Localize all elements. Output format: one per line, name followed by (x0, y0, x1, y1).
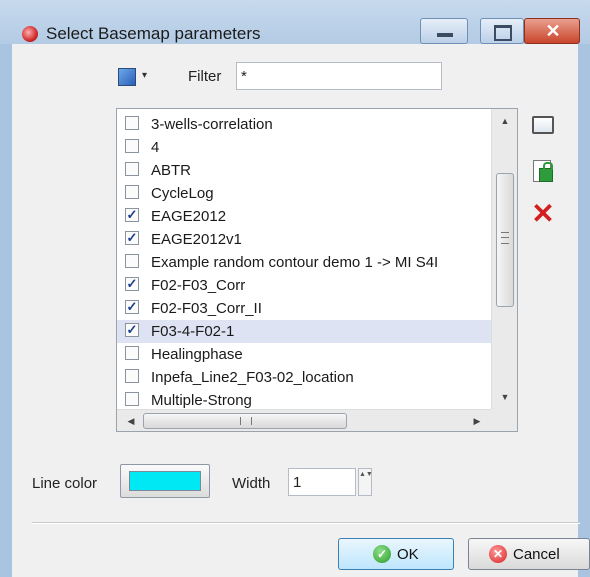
minimize-button[interactable] (420, 18, 468, 44)
delete-basemap-button[interactable]: ✕ (530, 200, 556, 230)
cancel-label: Cancel (513, 546, 560, 563)
list-item-label: CycleLog (151, 185, 214, 202)
width-label: Width (232, 475, 271, 492)
vertical-scroll-thumb[interactable] (496, 173, 514, 307)
line-color-swatch (129, 471, 201, 491)
checkbox[interactable]: ✓ (125, 231, 139, 245)
scroll-up-icon[interactable]: ▲ (492, 109, 517, 133)
checkbox[interactable] (125, 116, 139, 130)
checkbox[interactable] (125, 369, 139, 383)
checkbox[interactable]: ✓ (125, 300, 139, 314)
color-square-icon (118, 68, 136, 86)
app-icon (22, 26, 38, 42)
list-item[interactable]: CycleLog (117, 182, 491, 205)
list-item[interactable]: ✓ F02-F03_Corr (117, 274, 491, 297)
list-item[interactable]: ✓ F03-4-F02-1 (117, 320, 491, 343)
list-items: 3-wells-correlation 4 ABTR CycleLog ✓ EAGE201… (117, 109, 491, 409)
checkmark-icon: ✓ (373, 545, 391, 563)
close-icon: ✕ (545, 21, 561, 41)
basemap-list[interactable]: 3-wells-correlation 4 ABTR CycleLog ✓ EAGE201… (116, 108, 518, 432)
list-item[interactable]: Example random contour demo 1 -> MI S4I (117, 251, 491, 274)
filter-input[interactable] (236, 62, 442, 90)
dialog-window: Select Basemap parameters ✕ ▾ Filter 3-w… (0, 0, 590, 577)
checkbox[interactable]: ✓ (125, 208, 139, 222)
list-item-label: F03-4-F02-1 (151, 323, 235, 340)
chevron-down-icon: ▾ (142, 70, 148, 81)
list-item-label: F02-F03_Corr (151, 277, 246, 294)
list-item-label: 4 (151, 139, 160, 156)
horizontal-scrollbar[interactable]: ◀ ▶ (117, 409, 491, 431)
list-item[interactable]: Inpefa_Line2_F03-02_location (117, 366, 491, 389)
cancel-icon: ✕ (489, 545, 507, 563)
save-basemap-button[interactable] (530, 158, 556, 184)
checkbox[interactable] (125, 185, 139, 199)
checkbox[interactable] (125, 162, 139, 176)
list-item-label: F02-F03_Corr_II (151, 300, 262, 317)
list-item-label: Healingphase (151, 346, 243, 363)
filter-label: Filter (188, 68, 222, 85)
list-item[interactable]: 4 (117, 136, 491, 159)
list-item[interactable]: ABTR (117, 159, 491, 182)
ok-label: OK (397, 546, 419, 563)
list-item-label: 3-wells-correlation (151, 116, 273, 133)
spin-arrows-icon: ▲▼ (359, 471, 373, 478)
width-stepper[interactable]: ▲▼ (358, 468, 373, 496)
close-button[interactable]: ✕ (524, 18, 580, 44)
vertical-scrollbar[interactable]: ▲ ▼ (491, 109, 517, 409)
list-item[interactable]: ✓ F02-F03_Corr_II (117, 297, 491, 320)
list-item-label: ABTR (151, 162, 192, 179)
lock-icon (539, 162, 553, 182)
list-item-label: Inpefa_Line2_F03-02_location (151, 369, 354, 386)
delete-icon: ✕ (531, 198, 555, 229)
checkbox[interactable]: ✓ (125, 323, 139, 337)
blank-document-icon (532, 116, 554, 134)
list-item-label: EAGE2012v1 (151, 231, 242, 248)
dialog-body: ▾ Filter 3-wells-correlation 4 ABTR CycleLo… (12, 44, 590, 577)
checkbox[interactable] (125, 346, 139, 360)
window-title: Select Basemap parameters (46, 24, 261, 43)
minimize-icon (437, 33, 453, 37)
line-color-label: Line color (32, 475, 98, 492)
list-item[interactable]: ✓ EAGE2012 (117, 205, 491, 228)
list-item[interactable]: Multiple-Strong (117, 389, 491, 409)
ok-button[interactable]: ✓ OK (338, 538, 454, 570)
scroll-left-icon[interactable]: ◀ (121, 410, 141, 431)
checkbox[interactable] (125, 254, 139, 268)
grip-icon (501, 232, 509, 244)
horizontal-scroll-thumb[interactable] (143, 413, 347, 429)
list-item[interactable]: ✓ EAGE2012v1 (117, 228, 491, 251)
list-item-label: Example random contour demo 1 -> MI S4I (151, 254, 439, 271)
checkbox[interactable]: ✓ (125, 277, 139, 291)
list-item[interactable]: 3-wells-correlation (117, 113, 491, 136)
list-item[interactable]: Healingphase (117, 343, 491, 366)
separator (32, 522, 580, 524)
checkbox[interactable] (125, 139, 139, 153)
new-basemap-button[interactable] (530, 112, 556, 138)
list-item-label: EAGE2012 (151, 208, 227, 225)
grip-icon (240, 417, 252, 425)
maximize-icon (494, 25, 512, 41)
scroll-down-icon[interactable]: ▼ (492, 385, 517, 409)
maximize-button[interactable] (480, 18, 524, 44)
scroll-right-icon[interactable]: ▶ (467, 410, 487, 431)
width-input[interactable] (288, 468, 356, 496)
line-color-button[interactable] (120, 464, 210, 498)
checkbox[interactable] (125, 392, 139, 406)
title-bar[interactable]: Select Basemap parameters ✕ (0, 0, 590, 44)
scroll-corner (491, 409, 517, 431)
color-dropdown[interactable]: ▾ (118, 68, 160, 86)
cancel-button[interactable]: ✕ Cancel (468, 538, 590, 570)
list-item-label: Multiple-Strong (151, 392, 252, 409)
